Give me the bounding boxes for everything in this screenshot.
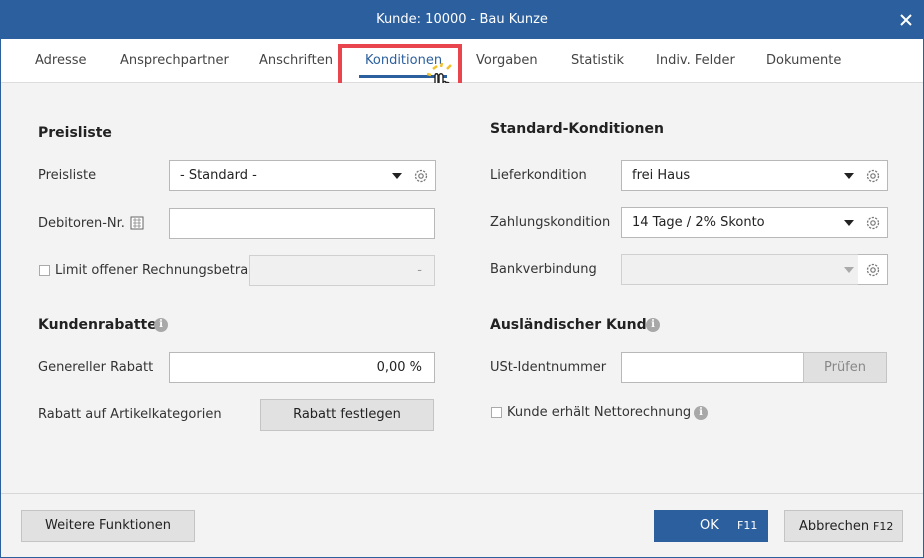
gear-icon [414,169,427,182]
gear-icon [866,216,879,229]
tab-statistik[interactable]: Statistik [571,53,624,68]
abbrechen-shortcut: F12 [873,520,894,533]
ust-input[interactable] [621,352,805,383]
ok-label: OK [700,518,719,533]
bank-select [621,254,859,285]
number-range-icon[interactable] [130,216,144,230]
ausland-section-title: Ausländischer Kunde [490,317,657,333]
tab-vorgaben[interactable]: Vorgaben [476,53,538,68]
ok-shortcut: F11 [737,519,758,532]
tab-bar: Adresse Ansprechpartner Anschriften Kond… [1,39,923,83]
pruefen-button[interactable]: Prüfen [803,352,887,383]
preisliste-select-value: - Standard - [180,168,257,183]
liefer-select-value: frei Haus [632,168,691,183]
zahlung-settings-button[interactable] [858,207,888,238]
close-button[interactable] [889,1,923,39]
limit-label: Limit offener Rechnungsbetrag [55,263,257,278]
gear-icon [866,263,879,276]
general-rabatt-input[interactable]: 0,00 % [169,352,435,383]
info-icon[interactable]: i [646,318,660,332]
chevron-down-icon [392,173,402,179]
ust-label: USt-Identnummer [490,360,607,375]
title-bar: Kunde: 10000 - Bau Kunze [1,1,923,39]
general-rabatt-label: Genereller Rabatt [38,360,154,375]
weitere-funktionen-label: Weitere Funktionen [45,518,171,533]
limit-input: - [249,255,435,286]
standard-section-title: Standard-Konditionen [490,121,664,137]
limit-input-value: - [417,263,422,278]
chevron-down-icon [844,220,854,226]
tab-adresse[interactable]: Adresse [35,53,87,68]
netto-checkbox[interactable] [491,407,502,418]
chevron-down-icon [844,267,854,273]
close-icon [900,14,912,26]
zahlung-label: Zahlungskondition [490,215,611,230]
liefer-select[interactable]: frei Haus [621,160,859,191]
customer-dialog: Kunde: 10000 - Bau Kunze Adresse Ansprec… [0,0,924,558]
tab-ansprechpartner[interactable]: Ansprechpartner [120,53,229,68]
general-rabatt-value: 0,00 % [376,360,422,375]
debitor-input[interactable] [169,208,435,239]
debitor-label: Debitoren-Nr. [38,216,125,231]
zahlung-select-value: 14 Tage / 2% Skonto [632,215,765,230]
liefer-label: Lieferkondition [490,168,587,183]
chevron-down-icon [844,173,854,179]
artikel-rabatt-label: Rabatt auf Artikelkategorien [38,407,222,422]
zahlung-select[interactable]: 14 Tage / 2% Skonto [621,207,859,238]
tab-dokumente[interactable]: Dokumente [766,53,841,68]
abbrechen-label: Abbrechen [799,519,870,534]
ok-button[interactable]: OK F11 [654,510,768,542]
tab-anschriften[interactable]: Anschriften [259,53,333,68]
conditions-panel: Preisliste Preisliste - Standard - Debit… [1,83,923,493]
netto-label: Kunde erhält Nettorechnung [507,405,692,420]
preisliste-settings-button[interactable] [406,160,436,191]
window-title: Kunde: 10000 - Bau Kunze [376,12,548,27]
bank-label: Bankverbindung [490,262,597,277]
preisliste-label: Preisliste [38,168,97,183]
info-icon[interactable]: i [694,406,708,420]
preisliste-select[interactable]: - Standard - [169,160,407,191]
bank-settings-button[interactable] [858,254,888,285]
liefer-settings-button[interactable] [858,160,888,191]
info-icon[interactable]: i [154,318,168,332]
weitere-funktionen-button[interactable]: Weitere Funktionen [21,510,195,542]
kundenrabatte-section-title: Kundenrabatte [38,317,157,333]
gear-icon [866,169,879,182]
abbrechen-button[interactable]: Abbrechen F12 [784,510,903,542]
tab-indiv-felder[interactable]: Indiv. Felder [656,53,735,68]
dialog-footer: Weitere Funktionen OK F11 Abbrechen F12 [1,493,923,557]
rabatt-festlegen-button[interactable]: Rabatt festlegen [260,399,434,431]
limit-checkbox[interactable] [39,265,50,276]
preisliste-section-title: Preisliste [38,125,112,141]
